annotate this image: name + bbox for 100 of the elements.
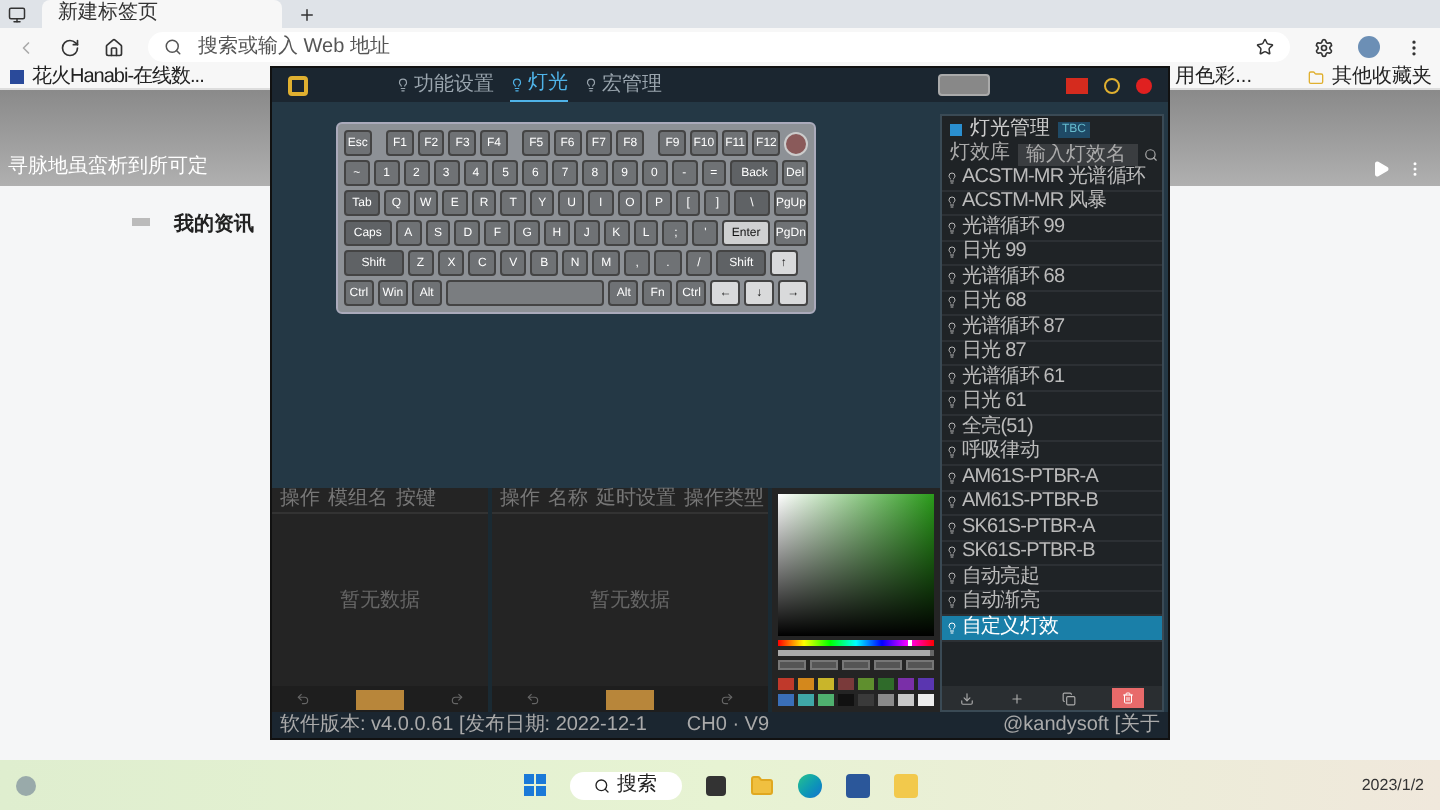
color-swatch[interactable]: [918, 694, 934, 706]
undo-icon[interactable]: [525, 692, 540, 706]
effect-item[interactable]: 自动亮起: [942, 566, 1162, 591]
effect-item[interactable]: AM61S-PTBR-A: [942, 466, 1162, 491]
hue-slider[interactable]: [778, 640, 934, 646]
options-icon[interactable]: [1104, 77, 1120, 93]
other-bookmarks-link[interactable]: 其他收藏夹: [1332, 67, 1432, 87]
download-icon[interactable]: [960, 691, 975, 705]
folder-icon[interactable]: [749, 773, 773, 797]
effect-item[interactable]: 自定义灯效: [942, 616, 1162, 641]
keyboard-key[interactable]: [445, 280, 605, 306]
color-swatch[interactable]: [818, 694, 834, 706]
empty-text: 暂无数据: [340, 587, 420, 615]
nav-tab[interactable]: 灯光: [510, 68, 568, 102]
effect-item[interactable]: 日光 99: [942, 241, 1162, 266]
flag-icon[interactable]: [1066, 77, 1088, 93]
copy-icon[interactable]: [1061, 691, 1076, 705]
bulb-icon: [946, 521, 958, 534]
taskbar-search-field[interactable]: 搜索: [569, 771, 681, 799]
close-icon[interactable]: [1136, 77, 1152, 93]
bookmark-link[interactable]: 花火Hanabi-在线数...: [32, 67, 204, 87]
bulb-icon: [946, 546, 958, 559]
panel-title: 灯光管理: [970, 119, 1050, 139]
color-swatch[interactable]: [778, 678, 794, 690]
bookmark-link[interactable]: 用色彩...: [1175, 67, 1252, 87]
redo-icon[interactable]: [720, 692, 735, 706]
search-icon[interactable]: [1144, 147, 1158, 161]
color-swatch[interactable]: [878, 678, 894, 690]
delete-button[interactable]: [1111, 688, 1144, 708]
bulb-icon: [946, 346, 958, 359]
new-tab-icon[interactable]: [298, 5, 316, 23]
color-swatch[interactable]: [818, 678, 834, 690]
tab-icon: [510, 77, 524, 91]
effect-item[interactable]: 日光 61: [942, 391, 1162, 416]
favorite-icon[interactable]: [1256, 38, 1274, 56]
nav-tab[interactable]: 宏管理: [584, 68, 662, 102]
tab-icon: [584, 78, 598, 92]
browser-tab[interactable]: 新建标签页: [42, 0, 282, 28]
logo-icon: [288, 75, 308, 95]
action-button[interactable]: [605, 689, 654, 709]
color-value-field[interactable]: [842, 660, 870, 670]
column-header: 操作: [280, 490, 320, 510]
color-swatch[interactable]: [878, 694, 894, 706]
color-value-field[interactable]: [874, 660, 902, 670]
bulb-icon: [946, 571, 958, 584]
folder-icon: [1308, 69, 1324, 85]
add-icon[interactable]: [1010, 691, 1025, 705]
taskbar-date: 2023/1/2: [1361, 773, 1424, 797]
checkbox[interactable]: [950, 123, 962, 135]
knob-icon[interactable]: [784, 131, 809, 155]
color-swatch[interactable]: [898, 694, 914, 706]
effect-item[interactable]: 光谱循环 61: [942, 366, 1162, 391]
color-swatch[interactable]: [798, 694, 814, 706]
color-swatch[interactable]: [898, 678, 914, 690]
color-swatch[interactable]: [838, 678, 854, 690]
empty-text: 暂无数据: [590, 587, 670, 615]
bulb-icon: [946, 396, 958, 409]
search-icon: [593, 777, 609, 793]
play-icon[interactable]: [1372, 160, 1390, 178]
bulb-icon: [946, 596, 958, 609]
home-icon[interactable]: [104, 37, 124, 57]
undo-icon[interactable]: [295, 692, 310, 706]
effect-item[interactable]: 光谱循环 99: [942, 216, 1162, 241]
trash-icon: [1121, 692, 1134, 704]
effect-item[interactable]: SK61S-PTBR-A: [942, 516, 1162, 541]
column-header: 名称: [548, 490, 588, 510]
color-swatch[interactable]: [918, 678, 934, 690]
color-value-field[interactable]: [810, 660, 838, 670]
color-swatch[interactable]: [858, 678, 874, 690]
effect-item[interactable]: SK61S-PTBR-B: [942, 541, 1162, 566]
column-header: 操作: [500, 490, 540, 510]
effect-item[interactable]: 日光 68: [942, 291, 1162, 316]
effect-item[interactable]: ACSTM-MR 风暴: [942, 191, 1162, 216]
profile-avatar[interactable]: [1358, 36, 1380, 58]
bulb-icon: [946, 246, 958, 259]
effect-item[interactable]: 光谱循环 87: [942, 316, 1162, 341]
settings-icon[interactable]: [1314, 37, 1334, 57]
effect-item[interactable]: 日光 87: [942, 341, 1162, 366]
effect-item[interactable]: ACSTM-MR 光谱循环: [942, 166, 1162, 191]
redo-icon[interactable]: [450, 692, 465, 706]
color-gradient[interactable]: [778, 494, 934, 636]
effect-item[interactable]: 全亮(51): [942, 416, 1162, 441]
column-header: 模组名: [328, 490, 388, 510]
nav-tab[interactable]: 功能设置: [396, 68, 494, 102]
effect-item[interactable]: 光谱循环 68: [942, 266, 1162, 291]
effect-item[interactable]: 呼吸律动: [942, 441, 1162, 466]
color-value-field[interactable]: [906, 660, 934, 670]
color-value-field[interactable]: [778, 660, 806, 670]
bulb-icon: [946, 421, 958, 434]
effect-item[interactable]: AM61S-PTBR-B: [942, 491, 1162, 516]
color-swatch[interactable]: [778, 694, 794, 706]
windows-start-icon[interactable]: [523, 774, 545, 796]
keyboard-thumbnail: [938, 74, 990, 96]
color-swatch[interactable]: [798, 678, 814, 690]
refresh-icon[interactable]: [60, 37, 80, 57]
search-field[interactable]: 输入灯效名: [1018, 143, 1138, 165]
action-button[interactable]: [355, 689, 404, 709]
library-tab[interactable]: 灯效库: [942, 144, 1018, 164]
slider-thumb[interactable]: [908, 640, 913, 646]
section-title: 我的资讯: [174, 211, 254, 240]
